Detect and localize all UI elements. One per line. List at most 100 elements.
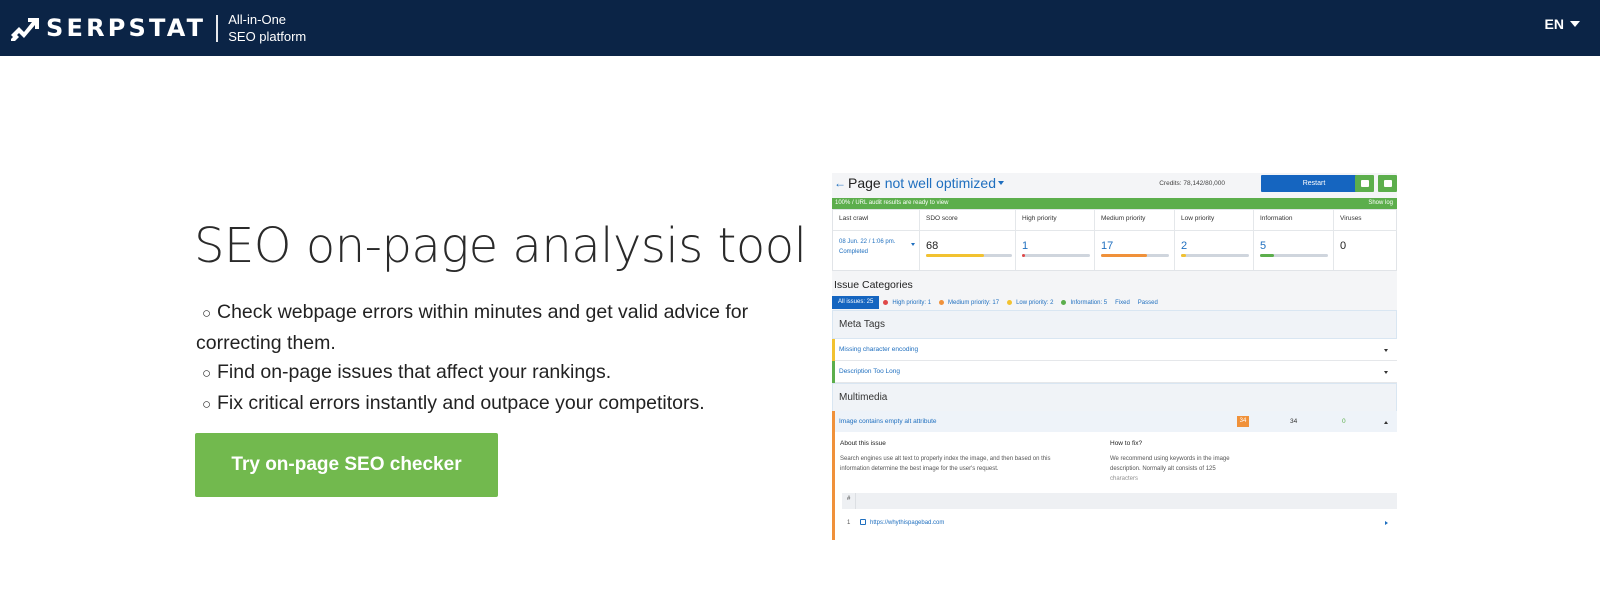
- status-dot-icon: [1061, 300, 1067, 305]
- count-badge: 34: [1237, 416, 1249, 427]
- about-issue-text: Search engines use alt text to properly …: [840, 456, 1051, 472]
- issue-row: Missing character encoding: [832, 339, 1397, 361]
- issue-categories-title: Issue Categories: [834, 279, 913, 291]
- top-navigation-bar: SERPSTAT All-in-One SEO platform EN: [0, 0, 1600, 56]
- stat-label: Viruses: [1340, 215, 1362, 222]
- filter-high: High priority: 1: [883, 300, 931, 306]
- try-seo-checker-button[interactable]: Try on-page SEO checker: [195, 433, 498, 497]
- stat-label: Information: [1260, 215, 1293, 222]
- stats-panel: Last crawl 08 Jun. 22 / 1:06 pm. Complet…: [832, 209, 1397, 271]
- issue-row-label: Image contains empty alt attribute: [839, 418, 937, 425]
- stat-sdo-score: SDO score 68: [920, 210, 1016, 270]
- progress-bar: [926, 254, 1012, 257]
- feature-text: Fix critical errors instantly and outpac…: [217, 391, 705, 414]
- issue-row: Description Too Long: [832, 361, 1397, 383]
- tagline: All-in-One SEO platform: [228, 11, 306, 45]
- chevron-right-icon: [1385, 521, 1388, 525]
- status-dot-icon: [883, 300, 889, 305]
- stat-viruses: Viruses 0: [1334, 210, 1396, 270]
- table-header: #: [842, 493, 1397, 509]
- table-hash-header: #: [847, 496, 851, 502]
- chevron-down-icon: [1570, 21, 1580, 27]
- product-screenshot: ← Page not well optimized Credits: 78,14…: [832, 173, 1397, 540]
- comment-icon: [1355, 175, 1374, 192]
- mock-title-status: not well optimized: [884, 175, 996, 191]
- stat-value: 68: [926, 240, 939, 252]
- issue-row-expanded: Image contains empty alt attribute 34 34…: [832, 411, 1397, 433]
- stat-value: 0: [1340, 240, 1347, 252]
- stat-high-priority: High priority 1: [1016, 210, 1095, 270]
- circle-bullet-icon: ○: [201, 305, 212, 322]
- issue-row-label: Description Too Long: [839, 368, 900, 375]
- filter-passed: Passed: [1137, 299, 1158, 306]
- issue-row-label: Missing character encoding: [839, 346, 919, 353]
- language-label: EN: [1544, 16, 1564, 32]
- chevron-down-icon: [1384, 371, 1388, 374]
- caret-down-icon: [997, 181, 1004, 185]
- back-arrow-icon: ←: [834, 176, 846, 190]
- mock-page-title: ← Page not well optimized: [834, 175, 1004, 191]
- page-title: SEO on-page analysis tool: [194, 218, 807, 274]
- filter-label: Low priority: 2: [1016, 299, 1054, 306]
- caret-down-icon: [911, 243, 915, 246]
- feature-item: ○ Check webpage errors within minutes and…: [196, 298, 756, 358]
- stat-medium-priority: Medium priority 17: [1095, 210, 1175, 270]
- filter-label: Information: 5: [1070, 299, 1108, 306]
- download-icon: [1378, 175, 1397, 192]
- priority-strip: [832, 361, 835, 383]
- stat-label: Last crawl: [839, 215, 869, 222]
- count-value: 34: [1290, 418, 1298, 425]
- stat-low-priority: Low priority 2: [1175, 210, 1254, 270]
- progress-bar: [1181, 254, 1249, 257]
- feature-text: Find on-page issues that affect your ran…: [217, 361, 612, 383]
- show-log-link: Show log: [1368, 200, 1393, 206]
- stat-value: 1: [1022, 240, 1029, 252]
- credits-counter: Credits: 78,142/80,000: [1159, 180, 1225, 187]
- issue-details: About this issue Search engines use alt …: [832, 432, 1397, 540]
- table-row-url: https://whythispagebad.com: [870, 520, 945, 526]
- progress-fill: [1260, 254, 1274, 257]
- section-multimedia: Multimedia: [832, 383, 1397, 412]
- stat-label: SDO score: [926, 215, 958, 222]
- feature-list: ○ Check webpage errors within minutes and…: [196, 298, 756, 419]
- stat-value: 2: [1181, 240, 1188, 252]
- stat-last-crawl: Last crawl 08 Jun. 22 / 1:06 pm. Complet…: [833, 210, 920, 270]
- filter-all-issues: All issues: 25: [832, 296, 880, 309]
- restart-button: Restart: [1261, 175, 1367, 192]
- logo-wordmark: SERPSTAT: [46, 14, 207, 42]
- status-dot-icon: [1007, 300, 1013, 305]
- how-to-fix-title: How to fix?: [1110, 440, 1143, 447]
- progress-fill: [1022, 254, 1025, 257]
- language-selector[interactable]: EN: [1545, 16, 1580, 32]
- feature-text: Check webpage errors within minutes and …: [196, 301, 749, 354]
- serpstat-logo-icon: [11, 18, 39, 41]
- progress-bar: [1101, 254, 1169, 257]
- audit-ready-banner: 100% / URL audit results are ready to vi…: [832, 198, 1397, 209]
- stat-information: Information 5: [1254, 210, 1334, 270]
- tagline-line-2: SEO platform: [228, 29, 307, 44]
- filter-info: Information: 5: [1061, 300, 1107, 306]
- divider: [855, 493, 856, 509]
- priority-strip: [832, 339, 835, 361]
- circle-bullet-icon: ○: [201, 365, 212, 382]
- stat-label: Medium priority: [1101, 215, 1146, 222]
- priority-strip: [832, 411, 835, 433]
- audit-banner-text: 100% / URL audit results are ready to vi…: [835, 200, 949, 206]
- table-row-number: 1: [847, 520, 851, 526]
- status-dot-icon: [939, 300, 945, 305]
- filter-label: High priority: 1: [892, 299, 932, 306]
- serpstat-logo[interactable]: SERPSTAT All-in-One SEO platform: [10, 11, 306, 45]
- stat-label: High priority: [1022, 215, 1057, 222]
- count-value: 0: [1342, 418, 1346, 425]
- stat-value: 5: [1260, 240, 1267, 252]
- filter-medium: Medium priority: 17: [939, 300, 999, 306]
- progress-fill: [926, 254, 985, 257]
- crawl-date-text: 08 Jun. 22 / 1:06 pm.: [839, 239, 896, 245]
- progress-bar: [1260, 254, 1328, 257]
- progress-fill: [1181, 254, 1187, 257]
- chevron-up-icon: [1384, 421, 1388, 424]
- fade-overlay: [835, 472, 1397, 490]
- filter-fixed: Fixed: [1115, 299, 1130, 306]
- progress-fill: [1101, 254, 1148, 257]
- progress-bar: [1022, 254, 1090, 257]
